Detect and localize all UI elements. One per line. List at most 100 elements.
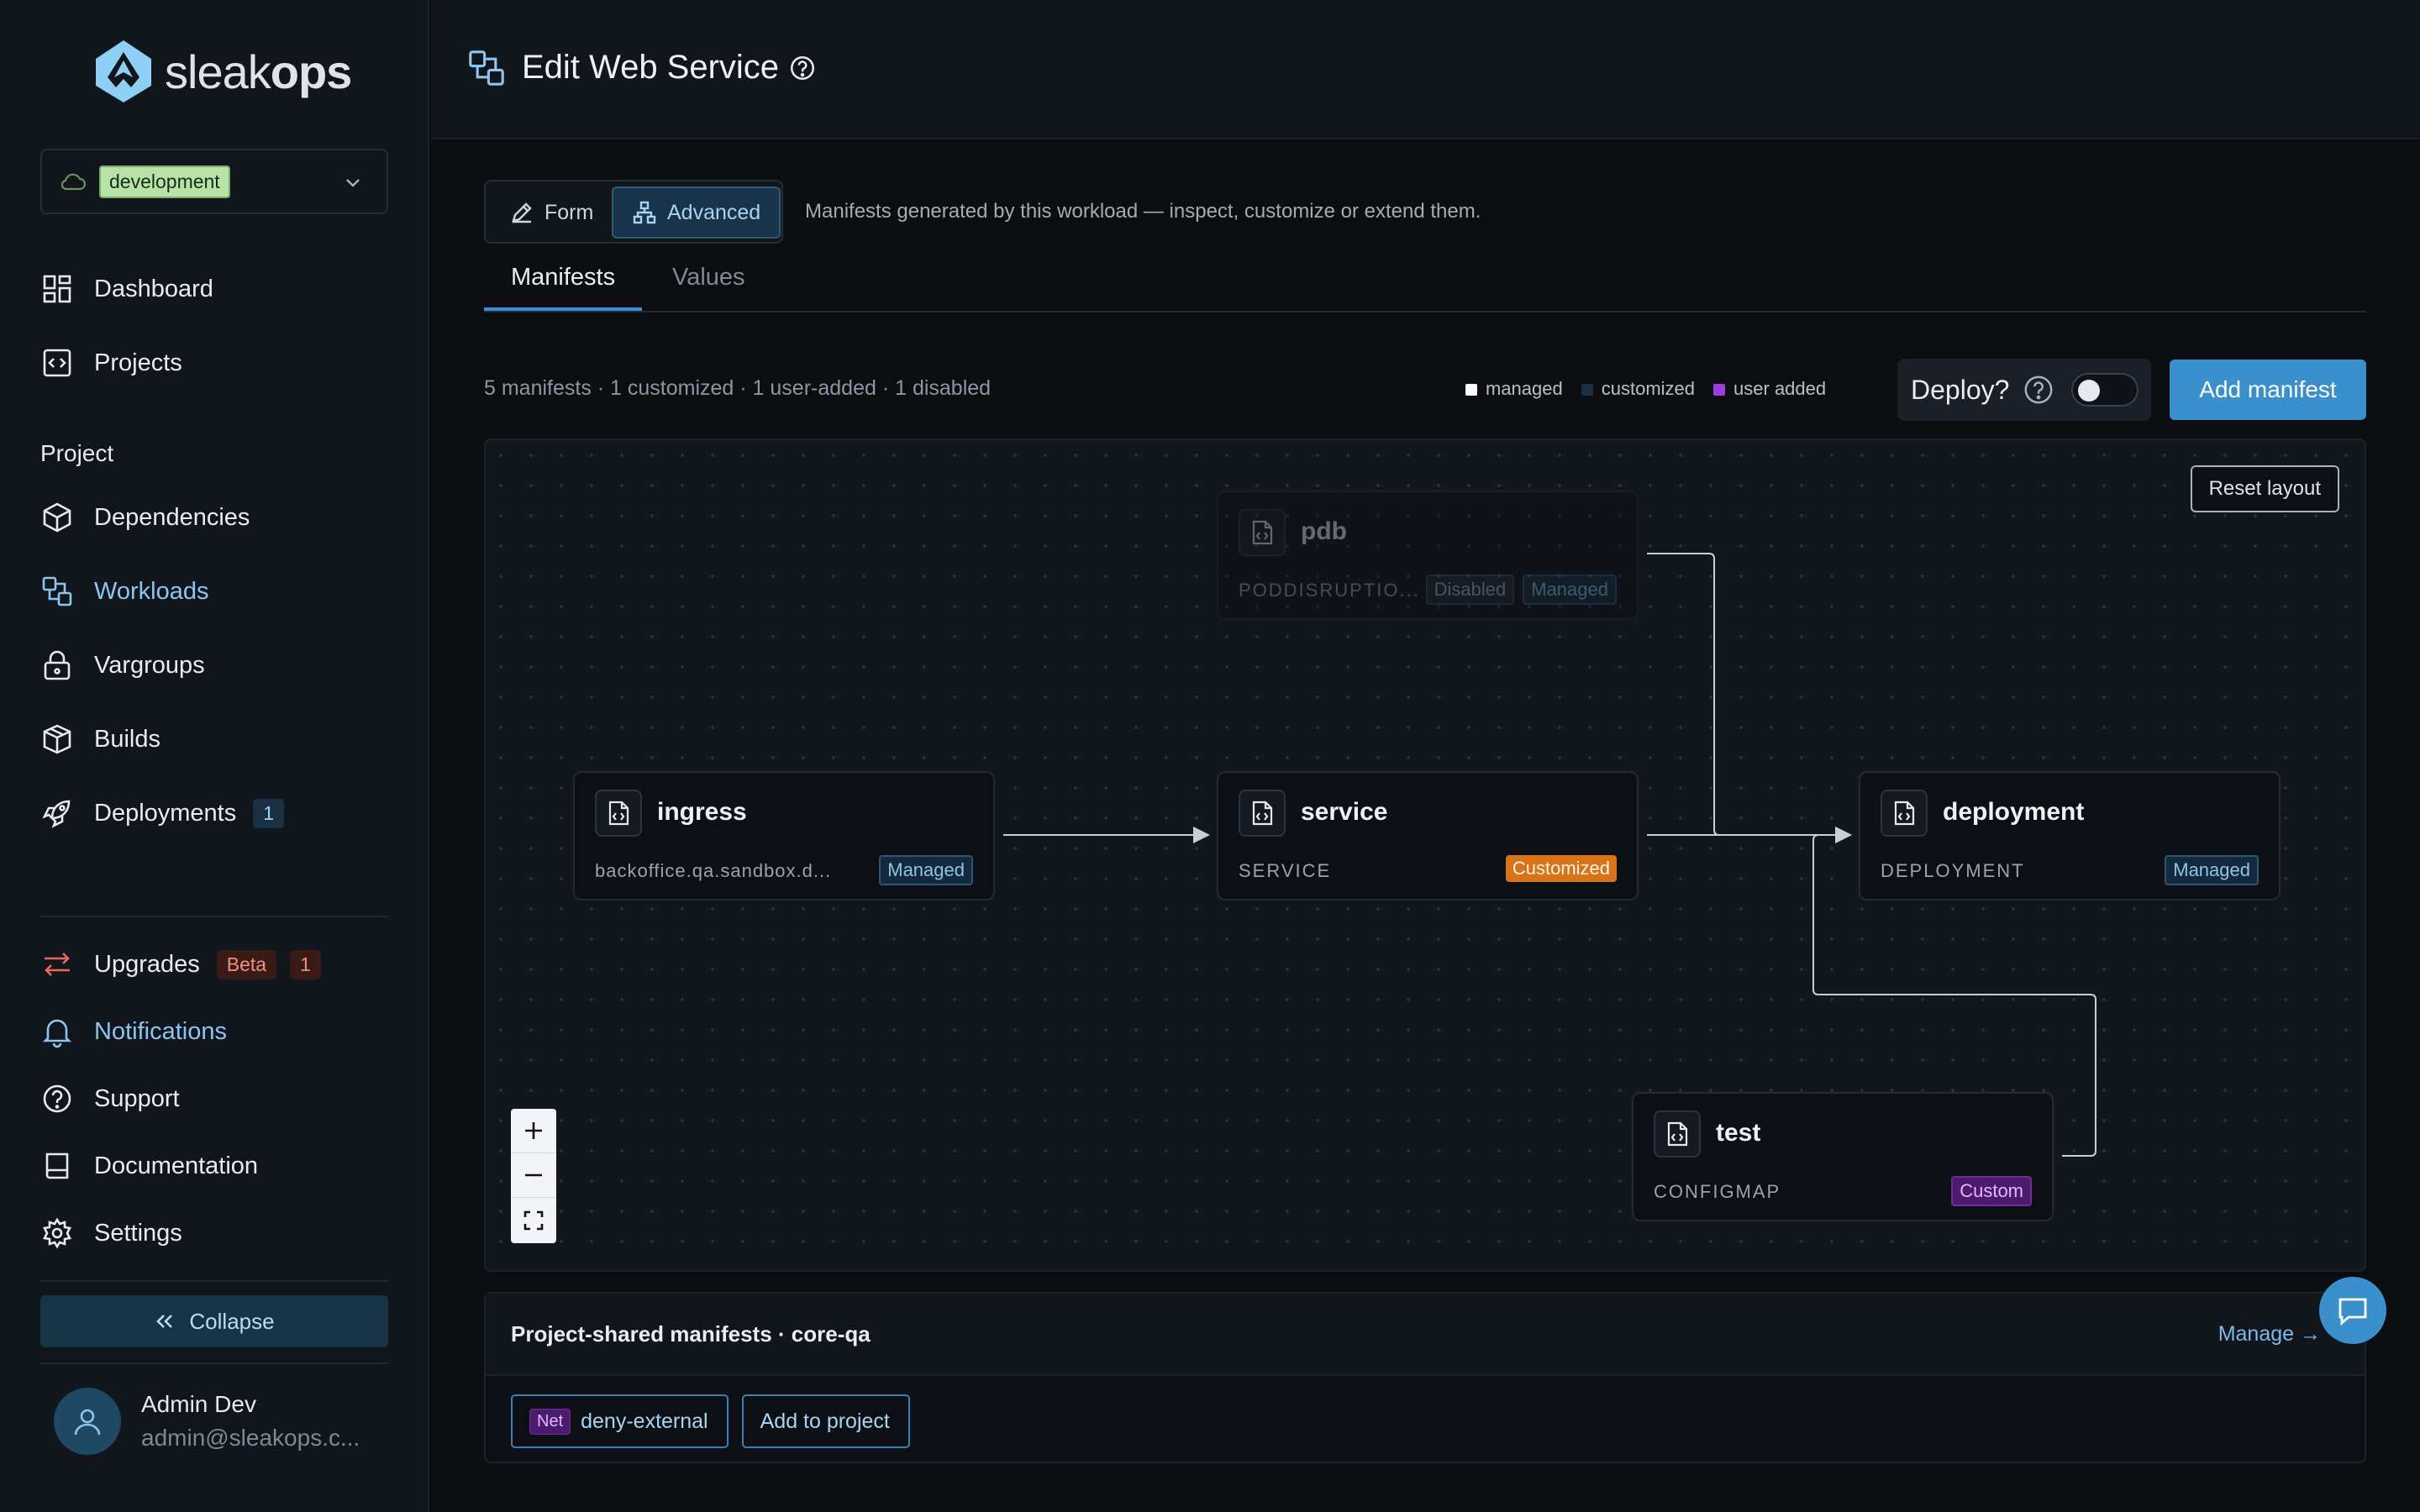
collapse-button[interactable]: Collapse bbox=[40, 1295, 388, 1347]
node-test[interactable]: test CONFIGMAP Custom bbox=[1632, 1092, 2054, 1221]
nav-projects-label: Projects bbox=[94, 349, 182, 376]
project-shared-manifests: Project-shared manifests · core-qa Manag… bbox=[484, 1292, 2366, 1463]
brand-logo[interactable]: sleakops bbox=[91, 37, 353, 106]
user-icon bbox=[74, 1409, 101, 1436]
environment-badge: development bbox=[99, 165, 230, 198]
node-kind: SERVICE bbox=[1239, 860, 1332, 881]
chat-button[interactable] bbox=[2319, 1277, 2386, 1344]
nav-builds[interactable]: Builds bbox=[40, 719, 160, 759]
shared-manifest-chip[interactable]: Net deny-external bbox=[511, 1394, 729, 1448]
sitemap-icon bbox=[633, 201, 656, 224]
edge-pdb-deployment bbox=[1647, 553, 1852, 843]
nav-dependencies-label: Dependencies bbox=[94, 503, 250, 531]
deploy-control: Deploy? bbox=[1897, 359, 2151, 421]
legend-user-added-swatch bbox=[1713, 384, 1726, 396]
manifest-tabs: Manifests Values bbox=[484, 252, 2366, 312]
sidebar-divider bbox=[40, 1362, 388, 1364]
nav-notifications-label: Notifications bbox=[94, 1017, 227, 1045]
help-circle-icon[interactable] bbox=[788, 54, 817, 82]
chevrons-left-icon bbox=[156, 1315, 173, 1328]
zoom-out-button[interactable] bbox=[511, 1153, 556, 1198]
nav-documentation-label: Documentation bbox=[94, 1152, 259, 1179]
managed-badge: Managed bbox=[2165, 855, 2259, 885]
legend-user-added-label: user added bbox=[1733, 378, 1827, 399]
nav-upgrades[interactable]: Upgrades Beta 1 bbox=[40, 944, 321, 984]
node-service[interactable]: service SERVICE Customized bbox=[1217, 771, 1639, 900]
nav-dashboard[interactable]: Dashboard bbox=[40, 269, 213, 309]
nav-dashboard-label: Dashboard bbox=[94, 275, 213, 302]
node-pdb[interactable]: pdb PODDISRUPTIO... Disabled Managed bbox=[1217, 491, 1639, 620]
add-to-project-button[interactable]: Add to project bbox=[741, 1394, 910, 1448]
legend-customized-swatch bbox=[1581, 384, 1593, 396]
legend-managed-swatch bbox=[1465, 384, 1477, 396]
workloads-icon bbox=[469, 50, 504, 86]
dashboard-icon bbox=[43, 275, 71, 303]
brand-name-light: sleak bbox=[165, 45, 271, 98]
workloads-icon bbox=[42, 576, 72, 606]
nav-settings[interactable]: Settings bbox=[40, 1213, 182, 1253]
node-title: service bbox=[1301, 798, 1388, 826]
user-profile[interactable]: Admin Dev admin@sleakops.c... bbox=[54, 1388, 360, 1455]
manage-link[interactable]: Manage → bbox=[2218, 1322, 2321, 1347]
environment-selector[interactable]: development bbox=[40, 149, 388, 214]
mode-advanced-button[interactable]: Advanced bbox=[612, 186, 781, 239]
manifest-summary: 5 manifests · 1 customized · 1 user-adde… bbox=[484, 376, 992, 400]
deploy-toggle[interactable] bbox=[2071, 373, 2139, 407]
mode-advanced-label: Advanced bbox=[667, 200, 761, 224]
managed-badge: Managed bbox=[879, 855, 973, 885]
bell-icon bbox=[42, 1019, 72, 1048]
tab-values[interactable]: Values bbox=[645, 264, 772, 311]
user-email: admin@sleakops.c... bbox=[141, 1425, 360, 1451]
managed-badge: Managed bbox=[1523, 575, 1617, 605]
tab-manifests[interactable]: Manifests bbox=[484, 264, 643, 311]
nav-support[interactable]: Support bbox=[40, 1079, 180, 1119]
chat-bubble-icon bbox=[2338, 1298, 2367, 1326]
upgrades-beta-badge: Beta bbox=[216, 949, 277, 979]
package-icon bbox=[43, 724, 71, 754]
node-deployment[interactable]: deployment DEPLOYMENT Managed bbox=[1859, 771, 2281, 900]
sidebar: sleakops development Dashboard Projects … bbox=[0, 0, 429, 1512]
node-title: deployment bbox=[1943, 798, 2085, 826]
nav-dependencies[interactable]: Dependencies bbox=[40, 497, 250, 538]
file-code-icon bbox=[1239, 509, 1286, 556]
custom-badge: Custom bbox=[1951, 1176, 2032, 1206]
help-circle-icon bbox=[43, 1084, 71, 1113]
book-icon bbox=[45, 1152, 69, 1179]
nav-notifications[interactable]: Notifications bbox=[40, 1011, 227, 1052]
nav-vargroups[interactable]: Vargroups bbox=[40, 645, 205, 685]
pencil-icon bbox=[512, 202, 532, 223]
legend-managed: managed bbox=[1465, 378, 1563, 400]
manifest-graph-canvas[interactable]: Reset layout pdb PODDISRUPTIO... Disable… bbox=[484, 438, 2366, 1272]
nav-section-project: Project bbox=[40, 440, 114, 466]
avatar bbox=[54, 1388, 121, 1455]
fit-view-button[interactable] bbox=[511, 1198, 556, 1242]
nav-documentation[interactable]: Documentation bbox=[40, 1146, 258, 1186]
nav-builds-label: Builds bbox=[94, 725, 160, 753]
nav-workloads[interactable]: Workloads bbox=[40, 571, 208, 612]
shared-title: Project-shared manifests · core-qa bbox=[511, 1320, 871, 1347]
add-manifest-button[interactable]: Add manifest bbox=[2170, 360, 2366, 420]
add-to-project-label: Add to project bbox=[760, 1409, 890, 1433]
file-code-icon bbox=[1881, 790, 1928, 837]
page-title: Edit Web Service bbox=[522, 49, 780, 86]
node-title: ingress bbox=[657, 798, 747, 826]
node-ingress[interactable]: ingress backoffice.qa.sandbox.d... Manag… bbox=[573, 771, 995, 900]
node-title: test bbox=[1716, 1119, 1761, 1147]
legend-managed-label: managed bbox=[1486, 378, 1563, 399]
shared-header: Project-shared manifests · core-qa Manag… bbox=[486, 1294, 2365, 1376]
nav-projects[interactable]: Projects bbox=[40, 343, 182, 383]
node-kind: backoffice.qa.sandbox.d... bbox=[595, 860, 832, 881]
mode-form-button[interactable]: Form bbox=[491, 186, 612, 239]
sidebar-divider bbox=[40, 1280, 388, 1282]
brand-name-bold: ops bbox=[270, 45, 353, 98]
plus-icon bbox=[525, 1122, 542, 1139]
deployments-count-badge: 1 bbox=[253, 798, 285, 828]
help-circle-icon[interactable] bbox=[2023, 374, 2054, 406]
nav-workloads-label: Workloads bbox=[94, 577, 209, 605]
nav-deployments[interactable]: Deployments 1 bbox=[40, 793, 285, 833]
nav-support-label: Support bbox=[94, 1084, 180, 1112]
page-header: Edit Web Service bbox=[431, 0, 2420, 139]
zoom-in-button[interactable] bbox=[511, 1109, 556, 1153]
reset-layout-button[interactable]: Reset layout bbox=[2190, 465, 2339, 512]
mode-toggle: Form Advanced bbox=[484, 180, 783, 244]
